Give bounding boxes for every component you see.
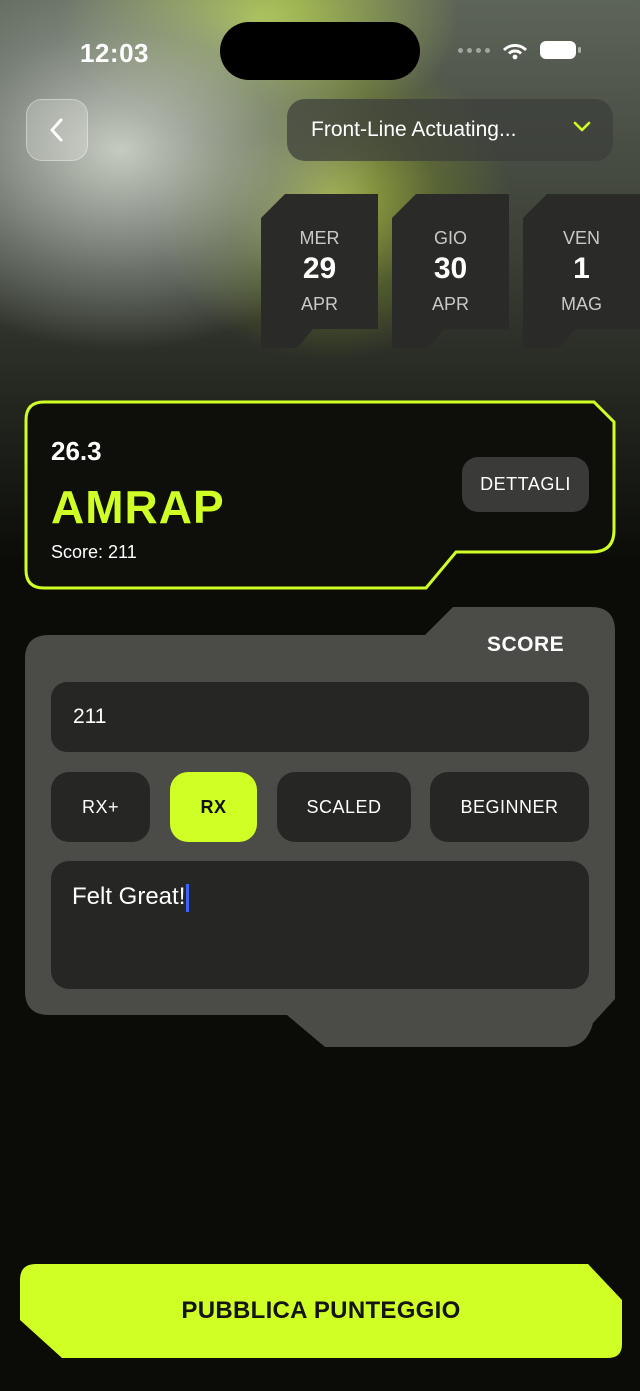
publish-score-button[interactable]: PUBBLICA PUNTEGGIO (18, 1262, 624, 1360)
status-icons (458, 40, 581, 60)
workout-card[interactable]: 26.3 AMRAP Score: 211 DETTAGLI (24, 400, 616, 592)
battery-icon (540, 41, 581, 59)
notes-textarea[interactable]: Felt Great! (51, 861, 589, 989)
workout-score-text: Score: 211 (51, 542, 137, 562)
wifi-icon (503, 44, 527, 60)
score-input[interactable]: 211 (51, 682, 589, 752)
dynamic-island (220, 22, 420, 80)
affiliate-dropdown-label: Front-Line Actuating... (311, 118, 517, 141)
day-number: 29 (302, 252, 337, 285)
day-weekday: MER (299, 228, 340, 248)
day-month: MAG (560, 294, 602, 314)
day-month: APR (431, 294, 469, 314)
day-card-2[interactable]: VEN 1 MAG (523, 194, 640, 348)
publish-score-label: PUBBLICA PUNTEGGIO (181, 1297, 461, 1324)
day-card-0[interactable]: MER 29 APR (261, 194, 378, 348)
level-rx-button[interactable]: RX (170, 772, 257, 842)
score-section-title: SCORE (487, 633, 565, 656)
affiliate-dropdown[interactable]: Front-Line Actuating... (287, 99, 613, 161)
workout-code: 26.3 (51, 436, 102, 466)
score-panel: SCORE 211 RX+ RX SCALED BEGINNER Felt Gr… (25, 605, 615, 1047)
level-scaled-button[interactable]: SCALED (277, 772, 411, 842)
level-beginner-button[interactable]: BEGINNER (430, 772, 589, 842)
day-number: 1 (573, 252, 590, 285)
chevron-left-icon (50, 118, 63, 142)
day-month: APR (300, 294, 338, 314)
day-number: 30 (433, 252, 468, 285)
level-rx-plus-button[interactable]: RX+ (51, 772, 150, 842)
details-button[interactable]: DETTAGLI (462, 457, 589, 512)
day-weekday: GIO (433, 228, 467, 248)
workout-type: AMRAP (51, 481, 225, 533)
day-card-1[interactable]: GIO 30 APR (392, 194, 509, 348)
cellular-signal-icon (458, 47, 490, 53)
notes-text: Felt Great! (72, 883, 186, 910)
back-button[interactable] (26, 99, 88, 161)
text-cursor (186, 883, 190, 912)
chevron-down-icon (573, 121, 591, 132)
status-time: 12:03 (80, 38, 149, 68)
day-weekday: VEN (562, 228, 600, 248)
